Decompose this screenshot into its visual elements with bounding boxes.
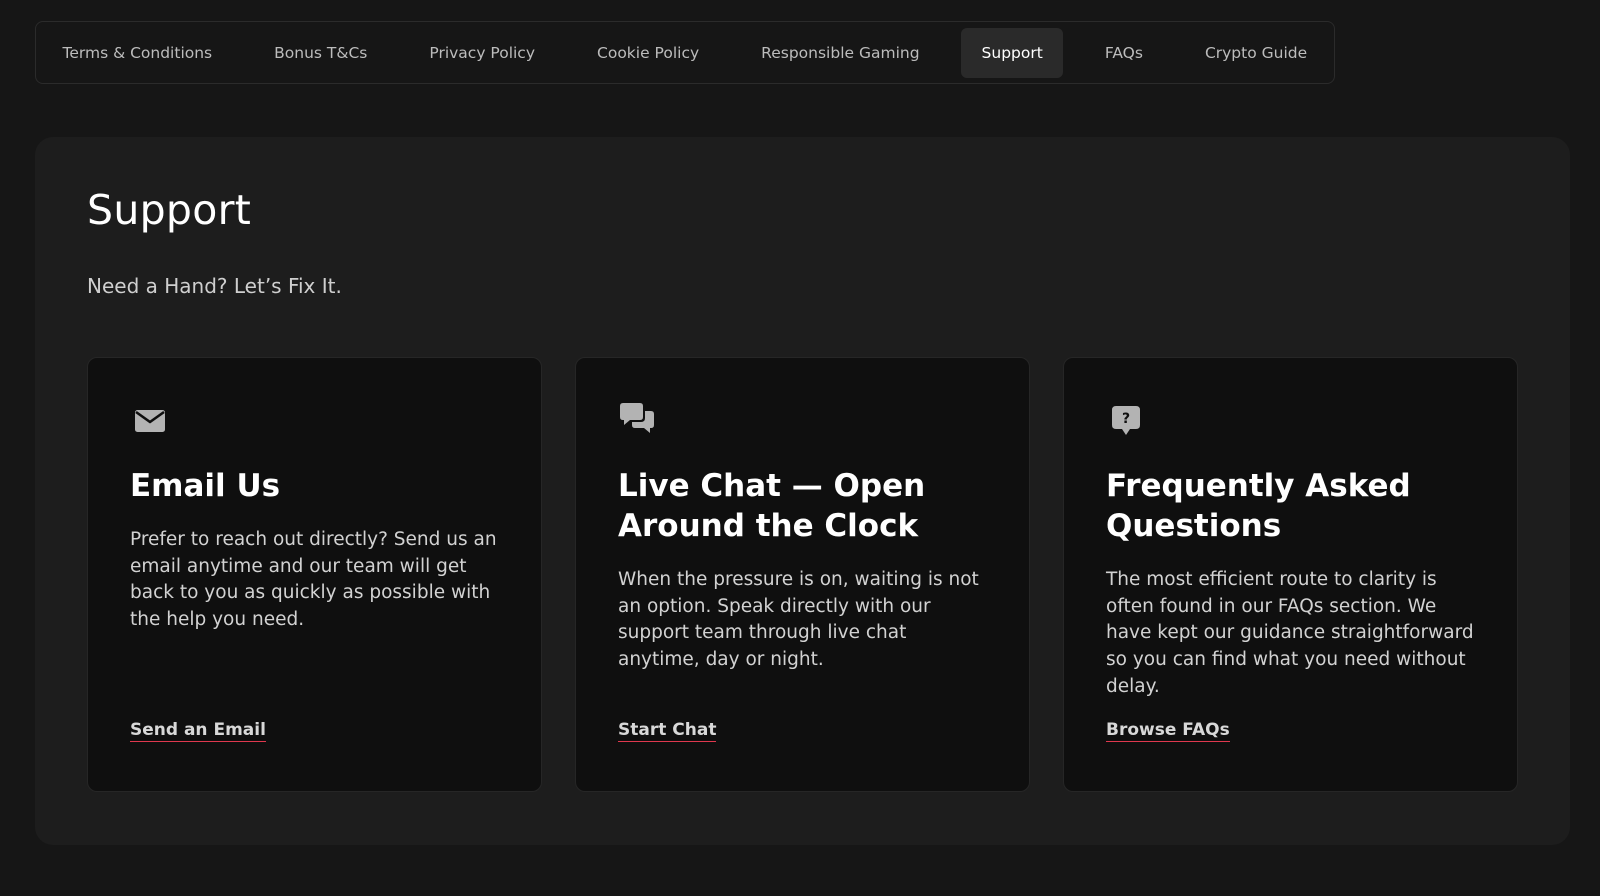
svg-text:?: ? <box>1122 411 1130 427</box>
page-subtitle: Need a Hand? Let’s Fix It. <box>87 274 342 298</box>
tab-bonus-tcs[interactable]: Bonus T&Cs <box>254 28 388 78</box>
page-title: Support <box>87 186 252 234</box>
send-email-link[interactable]: Send an Email <box>130 720 266 742</box>
card-description: When the pressure is on, waiting is not … <box>618 569 979 671</box>
card-title: Email Us <box>130 468 281 504</box>
start-chat-link[interactable]: Start Chat <box>618 720 717 742</box>
chat-bubbles-icon <box>620 402 654 436</box>
tab-privacy-policy[interactable]: Privacy Policy <box>409 28 556 78</box>
question-bubble-icon: ? <box>1109 404 1143 438</box>
tab-responsible-gaming[interactable]: Responsible Gaming <box>741 28 940 78</box>
envelope-icon <box>133 404 167 438</box>
card-description: Prefer to reach out directly? Send us an… <box>130 529 497 631</box>
faq-card: ? Frequently Asked Questions The most ef… <box>1063 357 1518 792</box>
browse-faqs-link[interactable]: Browse FAQs <box>1106 720 1230 742</box>
support-options: Email Us Prefer to reach out directly? S… <box>87 357 1518 792</box>
policy-tab-bar: Terms & Conditions Bonus T&Cs Privacy Po… <box>35 21 1335 84</box>
tab-crypto-guide[interactable]: Crypto Guide <box>1184 28 1327 78</box>
tab-cookie-policy[interactable]: Cookie Policy <box>577 28 720 78</box>
tab-faqs[interactable]: FAQs <box>1084 28 1163 78</box>
email-card: Email Us Prefer to reach out directly? S… <box>87 357 542 792</box>
card-title: Live Chat — Open Around the Clock <box>618 468 926 544</box>
live-chat-card: Live Chat — Open Around the Clock When t… <box>575 357 1030 792</box>
card-title: Frequently Asked Questions <box>1106 468 1411 544</box>
tab-terms-conditions[interactable]: Terms & Conditions <box>42 28 233 78</box>
card-description: The most efficient route to clarity is o… <box>1106 569 1474 697</box>
tab-support[interactable]: Support <box>961 27 1064 78</box>
support-panel: Support Need a Hand? Let’s Fix It. Email… <box>35 137 1570 845</box>
